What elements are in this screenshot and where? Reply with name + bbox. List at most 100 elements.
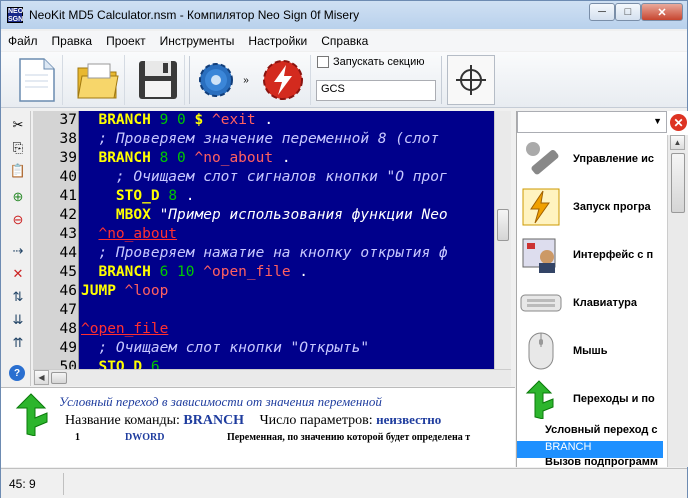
sub-item-branch-selected[interactable]: BRANCH <box>517 441 663 458</box>
menu-settings[interactable]: Настройки <box>241 34 314 48</box>
code-line[interactable]: STO_D 6 <box>81 359 159 369</box>
minimize-button[interactable]: ─ <box>589 3 615 21</box>
code-line[interactable]: ; Очищаем слот кнопки "Открыть" <box>81 340 369 359</box>
code-line[interactable]: ; Проверяем значение переменной 8 (слот <box>81 131 438 150</box>
code-line[interactable]: JUMP ^loop <box>81 283 168 302</box>
code-token: BRANCH <box>98 150 151 166</box>
title-bar: NEO SGN NeoKit MD5 Calculator.nsm - Комп… <box>1 1 687 29</box>
scroll-thumb[interactable] <box>51 372 67 384</box>
mouse-icon <box>517 327 565 375</box>
move-down-icon[interactable]: ⇊ <box>9 311 27 329</box>
checkbox[interactable] <box>317 56 329 68</box>
menu-edit[interactable]: Правка <box>45 34 100 48</box>
scroll-thumb[interactable] <box>497 209 509 241</box>
line-number: 44 <box>59 245 77 261</box>
sort-icon[interactable]: ⇅ <box>9 288 27 306</box>
branch-arrow-icon <box>517 375 565 423</box>
line-number: 37 <box>59 112 77 128</box>
scroll-left-button[interactable]: ◀ <box>34 370 49 385</box>
cursor-position: 45: 9 <box>9 477 36 491</box>
new-file-button[interactable] <box>9 55 63 105</box>
cut-icon[interactable]: ✂ <box>9 116 27 134</box>
category-item-launch[interactable]: Запуск програ <box>517 183 667 231</box>
category-label: Переходы и по <box>573 393 655 405</box>
scroll-thumb[interactable] <box>671 153 685 213</box>
target-button[interactable] <box>447 55 495 105</box>
sub-item-call[interactable]: Вызов подпрограмм <box>517 458 663 467</box>
scroll-up-button[interactable]: ▲ <box>670 135 685 150</box>
sub-item-conditional[interactable]: Условный переход с <box>517 424 663 441</box>
keyboard-icon <box>517 279 565 327</box>
code-line[interactable]: BRANCH 9 0 $ ^exit . <box>81 112 273 131</box>
line-number: 40 <box>59 169 77 185</box>
chevron-down-icon[interactable]: » <box>239 55 253 105</box>
line-number: 39 <box>59 150 77 166</box>
section-input[interactable]: GCS <box>316 80 436 101</box>
copy-icon[interactable]: ⎘ <box>9 139 27 157</box>
editor-horizontal-scrollbar[interactable]: ◀ <box>33 369 511 386</box>
param-description: Переменная, по значению которой будет оп… <box>227 432 471 443</box>
menu-help[interactable]: Справка <box>314 34 375 48</box>
code-token: BRANCH <box>98 112 151 128</box>
code-line[interactable]: ; Очищаем слот сигналов кнопки "О прог <box>81 169 448 188</box>
menu-file[interactable]: Файл <box>1 34 45 48</box>
editor-vertical-scrollbar[interactable] <box>494 111 511 369</box>
line-number: 50 <box>59 359 77 369</box>
code-line[interactable]: STO_D 8 . <box>81 188 195 207</box>
category-label: Клавиатура <box>573 297 637 309</box>
run-button[interactable] <box>255 55 311 105</box>
code-line[interactable]: ; Проверяем нажатие на кнопку открытия ф <box>81 245 447 264</box>
line-number: 48 <box>59 321 77 337</box>
close-palette-icon[interactable]: ✕ <box>670 114 687 131</box>
move-up-icon[interactable]: ⇈ <box>9 334 27 352</box>
run-section-checkbox[interactable]: Запускать секцию <box>317 56 424 68</box>
close-button[interactable]: ✕ <box>641 3 683 21</box>
category-item-branching[interactable]: Переходы и по <box>517 375 667 423</box>
status-divider <box>63 473 64 495</box>
paste-icon[interactable]: 📋 <box>9 162 27 180</box>
code-line[interactable]: BRANCH 6 10 ^open_file . <box>81 264 308 283</box>
add-line-icon[interactable]: ⊕ <box>9 188 27 206</box>
code-line[interactable]: MBOX "Пример использования функции Neo <box>81 207 448 226</box>
open-folder-button[interactable] <box>71 55 125 105</box>
code-line[interactable]: ^no_about <box>81 226 177 245</box>
category-dropdown[interactable]: ▼ <box>517 111 667 133</box>
category-label: Интерфейс с п <box>573 249 654 261</box>
category-label: Запуск програ <box>573 201 651 213</box>
indent-icon[interactable]: ⇢ <box>9 242 27 260</box>
line-number: 38 <box>59 131 77 147</box>
palette-scrollbar[interactable]: ▲ <box>667 135 688 467</box>
command-info-line: Название команды: BRANCH Число параметро… <box>65 412 441 429</box>
code-editor[interactable]: 37 38 39 40 41 42 43 44 45 46 47 48 49 50 BRANCH 9 0 … <box>33 111 494 369</box>
category-item-control[interactable]: Управление ис <box>517 135 667 183</box>
line-number: 49 <box>59 340 77 356</box>
delete-line-icon[interactable]: ⊖ <box>9 211 27 229</box>
code-token: ^no_about <box>98 226 178 242</box>
line-number: 43 <box>59 226 77 242</box>
code-line[interactable]: BRANCH 8 0 ^no_about . <box>81 150 290 169</box>
code-token: JUMP <box>81 283 116 299</box>
save-button[interactable] <box>131 55 185 105</box>
code-token: MBOX <box>115 207 151 223</box>
remove-icon[interactable]: ✕ <box>9 265 27 283</box>
menu-project[interactable]: Проект <box>99 34 153 48</box>
category-item-keyboard[interactable]: Клавиатура <box>517 279 667 327</box>
code-token: . <box>255 112 274 128</box>
compile-settings-button[interactable] <box>193 55 239 105</box>
code-token: 8 <box>168 188 178 204</box>
new-document-icon <box>18 58 55 102</box>
maximize-button[interactable]: □ <box>615 3 641 21</box>
category-item-interface[interactable]: Интерфейс с п <box>517 231 667 279</box>
code-line[interactable]: ^open_file <box>81 321 168 340</box>
help-icon[interactable]: ? <box>9 365 25 381</box>
code-token: 6 10 <box>159 264 195 280</box>
code-token: STO_D <box>98 359 143 369</box>
menu-tools[interactable]: Инструменты <box>153 34 242 48</box>
app-icon: NEO SGN <box>7 7 24 23</box>
main-window: NEO SGN NeoKit MD5 Calculator.nsm - Комп… <box>0 0 688 498</box>
category-item-mouse[interactable]: Мышь <box>517 327 667 375</box>
code-token: "Пример использования функции Neo <box>159 207 448 223</box>
